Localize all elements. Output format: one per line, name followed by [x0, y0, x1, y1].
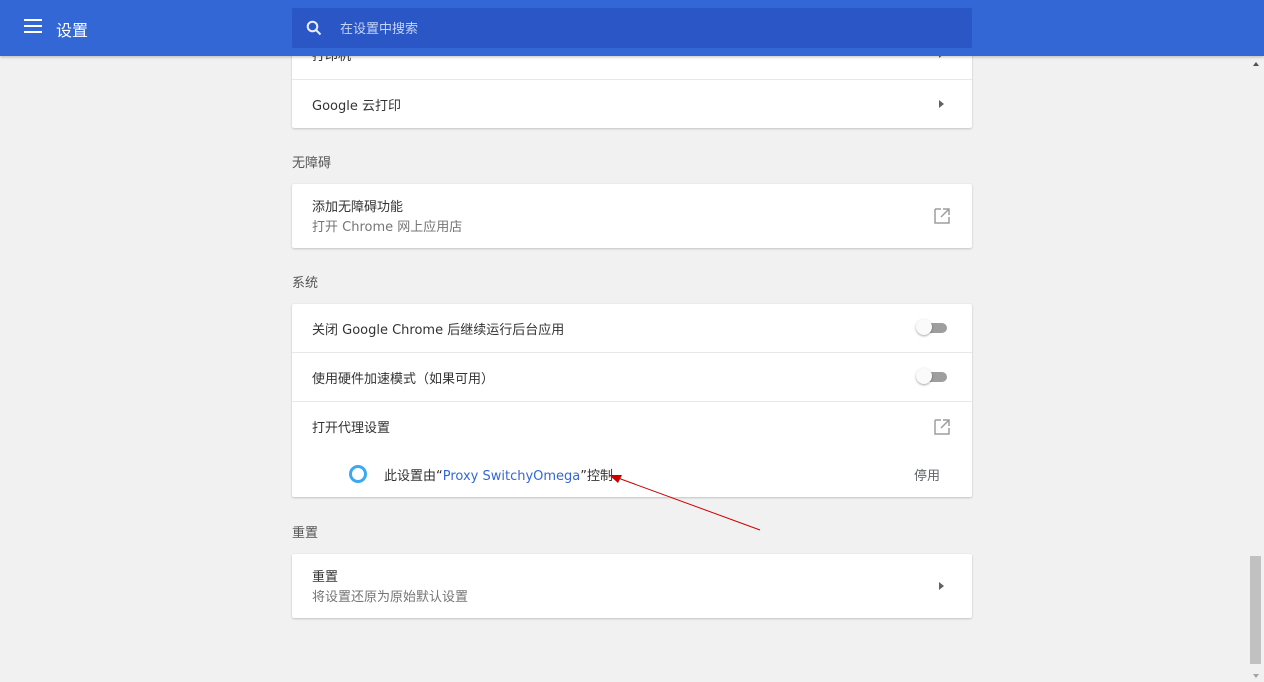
section-title-system: 系统 — [292, 276, 319, 291]
scrollbar[interactable] — [1248, 56, 1264, 682]
switchyomega-extension-icon — [349, 465, 367, 483]
extension-link[interactable]: Proxy SwitchyOmega — [443, 469, 581, 484]
settings-content: 打印机 Google 云打印 无障碍 添加无障碍功能 打开 Chrome 网上应… — [292, 0, 972, 682]
disable-extension-button[interactable]: 停用 — [914, 465, 940, 484]
page-title: 设置 — [56, 21, 89, 40]
hamburger-menu-icon[interactable] — [24, 19, 42, 37]
section-title-reset: 重置 — [292, 526, 319, 541]
accessibility-card: 添加无障碍功能 打开 Chrome 网上应用店 — [292, 184, 972, 248]
background-apps-row[interactable]: 关闭 Google Chrome 后继续运行后台应用 — [292, 304, 972, 352]
system-card: 关闭 Google Chrome 后继续运行后台应用 使用硬件加速模式（如果可用… — [292, 304, 972, 497]
add-accessibility-sublabel: 打开 Chrome 网上应用店 — [312, 220, 463, 235]
top-bar: 设置 — [0, 0, 1264, 56]
extension-controlled-indicator: 此设置由“Proxy SwitchyOmega”控制 停用 — [292, 450, 972, 498]
reset-label: 重置 — [312, 570, 339, 585]
search-box[interactable] — [292, 8, 972, 50]
open-in-new-icon[interactable] — [934, 419, 950, 435]
hardware-accel-row[interactable]: 使用硬件加速模式（如果可用） — [292, 352, 972, 402]
proxy-settings-label: 打开代理设置 — [312, 421, 391, 436]
background-apps-label: 关闭 Google Chrome 后继续运行后台应用 — [312, 323, 565, 338]
reset-sublabel: 将设置还原为原始默认设置 — [312, 590, 469, 605]
add-accessibility-label: 添加无障碍功能 — [312, 200, 404, 215]
cloud-print-label: Google 云打印 — [312, 99, 401, 114]
proxy-settings-row[interactable]: 打开代理设置 此设置由“Proxy SwitchyOmega”控制 停用 — [292, 401, 972, 498]
chevron-right-icon — [939, 582, 944, 590]
search-icon — [306, 20, 322, 36]
scrollbar-thumb[interactable] — [1250, 556, 1261, 664]
cloud-print-row[interactable]: Google 云打印 — [292, 79, 972, 129]
scroll-down-arrow-icon[interactable] — [1253, 674, 1259, 678]
extension-controlled-text: 此设置由“Proxy SwitchyOmega”控制 — [384, 469, 614, 484]
reset-settings-row[interactable]: 重置 将设置还原为原始默认设置 — [292, 554, 972, 618]
search-input[interactable] — [338, 8, 942, 50]
scroll-up-arrow-icon[interactable] — [1253, 62, 1259, 66]
section-title-accessibility: 无障碍 — [292, 156, 332, 171]
open-in-new-icon[interactable] — [934, 208, 950, 224]
add-accessibility-features-row[interactable]: 添加无障碍功能 打开 Chrome 网上应用店 — [292, 184, 972, 248]
chevron-right-icon — [939, 100, 944, 108]
reset-card: 重置 将设置还原为原始默认设置 — [292, 554, 972, 618]
background-apps-toggle[interactable] — [916, 318, 950, 338]
hardware-accel-label: 使用硬件加速模式（如果可用） — [312, 372, 495, 387]
hardware-accel-toggle[interactable] — [916, 367, 950, 387]
